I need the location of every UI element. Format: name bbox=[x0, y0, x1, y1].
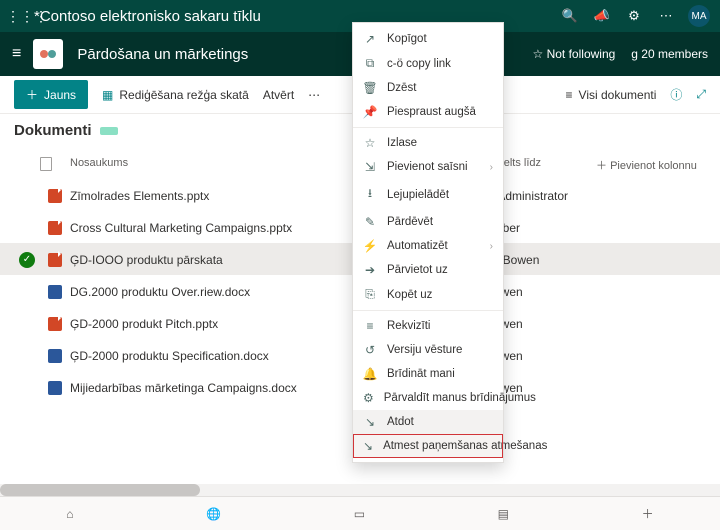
menu-label: Brīdināt mani bbox=[387, 368, 493, 380]
menu-label: Automatizēt bbox=[387, 240, 480, 252]
menu-icon: ☆ bbox=[363, 136, 377, 150]
search-icon[interactable]: 🔍 bbox=[560, 6, 580, 26]
menu-icon: ↘ bbox=[363, 439, 373, 453]
menu-item[interactable]: ⇲ Pievienot saīsni › bbox=[353, 155, 503, 179]
file-type-icon bbox=[40, 349, 70, 363]
menu-icon: ⚡ bbox=[363, 239, 377, 253]
add-column[interactable]: ＋ Pievienot kolonnu bbox=[596, 157, 706, 173]
new-button[interactable]: ＋ Jauns bbox=[14, 80, 88, 109]
more-icon[interactable]: ⋯ bbox=[656, 6, 676, 26]
globe-icon[interactable]: 🌐 bbox=[206, 507, 221, 521]
menu-icon: ↺ bbox=[363, 343, 377, 357]
menu-icon: ✎ bbox=[363, 215, 377, 229]
chevron-right-icon: › bbox=[490, 162, 493, 173]
menu-label: Lejupielādēt bbox=[387, 189, 493, 201]
menu-label: Pievienot saīsni bbox=[387, 161, 480, 173]
menu-item[interactable]: ☆ Izlase bbox=[353, 131, 503, 155]
overflow-button[interactable]: ⋯ bbox=[308, 88, 320, 102]
settings-icon[interactable]: ⚙ bbox=[624, 6, 644, 26]
menu-icon: ≡ bbox=[363, 319, 377, 333]
menu-item[interactable]: ↘ Atdot bbox=[353, 410, 503, 434]
menu-item[interactable]: ↺ Versiju vēsture bbox=[353, 338, 503, 362]
chevron-right-icon: › bbox=[490, 241, 493, 252]
menu-icon: ⚙ bbox=[363, 391, 374, 405]
menu-label: Kopīgot bbox=[387, 33, 493, 45]
menu-icon: 🗑 bbox=[363, 81, 377, 95]
menu-item[interactable]: ➔ Pārvietot uz bbox=[353, 258, 503, 282]
menu-label: Izlase bbox=[387, 137, 493, 149]
file-type-icon bbox=[40, 285, 70, 299]
menu-label: Piespraust augšā bbox=[387, 106, 493, 118]
bottom-nav: ⌂ 🌐 ▭ ▤ ＋ bbox=[0, 496, 720, 530]
menu-item[interactable]: 🔔 Brīdināt mani bbox=[353, 362, 503, 386]
menu-icon: 🔔 bbox=[363, 367, 377, 381]
expand-icon[interactable]: ⤢ bbox=[696, 87, 706, 102]
menu-item[interactable]: ⎘ Kopēt uz bbox=[353, 282, 503, 307]
menu-icon: ⧉ bbox=[363, 56, 377, 71]
add-icon[interactable]: ＋ bbox=[642, 505, 654, 522]
app-launcher-icon[interactable]: ⋮⋮⋮ bbox=[6, 8, 30, 25]
nav-toggle-icon[interactable]: ≡ bbox=[12, 45, 21, 63]
library-title: Dokumenti bbox=[14, 122, 92, 139]
menu-item[interactable]: ⚙Pārvaldīt manus brīdinājumus bbox=[353, 386, 503, 410]
edit-grid-button[interactable]: ▦Rediģēšana režģa skatā bbox=[102, 88, 249, 102]
grid-icon: ▦ bbox=[102, 88, 113, 102]
menu-label: Pārdēvēt bbox=[387, 216, 493, 228]
file-type-icon bbox=[40, 253, 70, 267]
menu-item[interactable]: ✎ Pārdēvēt bbox=[353, 210, 503, 234]
context-menu: ↗ Kopīgot ⧉ c-ö copy link 🗑 Dzēst 📌 Piespraust … bbox=[352, 22, 504, 463]
news-icon[interactable]: ▭ bbox=[354, 507, 365, 521]
col-type[interactable] bbox=[40, 157, 70, 173]
follow-toggle[interactable]: ☆ Not following bbox=[533, 47, 616, 61]
file-type-icon bbox=[40, 221, 70, 235]
files-icon[interactable]: ▤ bbox=[498, 507, 509, 521]
menu-label: Pārvaldīt manus brīdinājumus bbox=[384, 392, 536, 404]
site-logo[interactable] bbox=[33, 39, 63, 69]
menu-label: Atdot bbox=[387, 416, 493, 428]
check-icon: ✓ bbox=[19, 252, 35, 268]
menu-icon: ⇲ bbox=[363, 160, 377, 174]
info-icon[interactable]: ⓘ bbox=[670, 86, 682, 103]
open-button[interactable]: Atvērt bbox=[263, 88, 294, 102]
megaphone-icon[interactable]: 📣 bbox=[592, 6, 612, 26]
menu-item[interactable]: ↘Atmest paņemšanas atmešanas bbox=[353, 434, 503, 458]
menu-icon: 📌 bbox=[363, 105, 377, 119]
menu-label: c-ö copy link bbox=[387, 58, 493, 70]
menu-item[interactable]: ⚡ Automatizēt › bbox=[353, 234, 503, 258]
avatar[interactable]: MA bbox=[688, 5, 710, 27]
menu-label: Rekvizīti bbox=[387, 320, 493, 332]
menu-icon: ↗ bbox=[363, 32, 377, 46]
file-type-icon bbox=[40, 381, 70, 395]
menu-item[interactable]: ↗ Kopīgot bbox=[353, 27, 503, 51]
menu-item[interactable]: ⧉ c-ö copy link bbox=[353, 51, 503, 76]
menu-label: Versiju vēsture bbox=[387, 344, 493, 356]
menu-item[interactable]: 📌 Piespraust augšā bbox=[353, 100, 503, 124]
menu-item[interactable]: 🗑 Dzēst bbox=[353, 76, 503, 100]
menu-label: Kopēt uz bbox=[387, 289, 493, 301]
menu-icon: ⎘ bbox=[363, 287, 377, 302]
menu-item[interactable]: ⭳ Lejupielādēt bbox=[353, 179, 503, 210]
file-type-icon bbox=[40, 317, 70, 331]
menu-item[interactable]: ≡ Rekvizīti bbox=[353, 314, 503, 338]
menu-icon: ↘ bbox=[363, 415, 377, 429]
library-tag bbox=[100, 127, 118, 135]
menu-icon: ➔ bbox=[363, 263, 377, 277]
menu-label: Dzēst bbox=[387, 82, 493, 94]
view-selector[interactable]: ≡ Visi dokumenti bbox=[566, 88, 657, 102]
home-icon[interactable]: ⌂ bbox=[66, 507, 73, 521]
menu-label: Pārvietot uz bbox=[387, 264, 493, 276]
menu-label: Atmest paņemšanas atmešanas bbox=[383, 440, 547, 452]
h-scrollbar[interactable] bbox=[0, 484, 720, 496]
members-link[interactable]: g 20 members bbox=[631, 47, 708, 61]
file-type-icon bbox=[40, 189, 70, 203]
menu-icon: ⭳ bbox=[363, 184, 377, 205]
